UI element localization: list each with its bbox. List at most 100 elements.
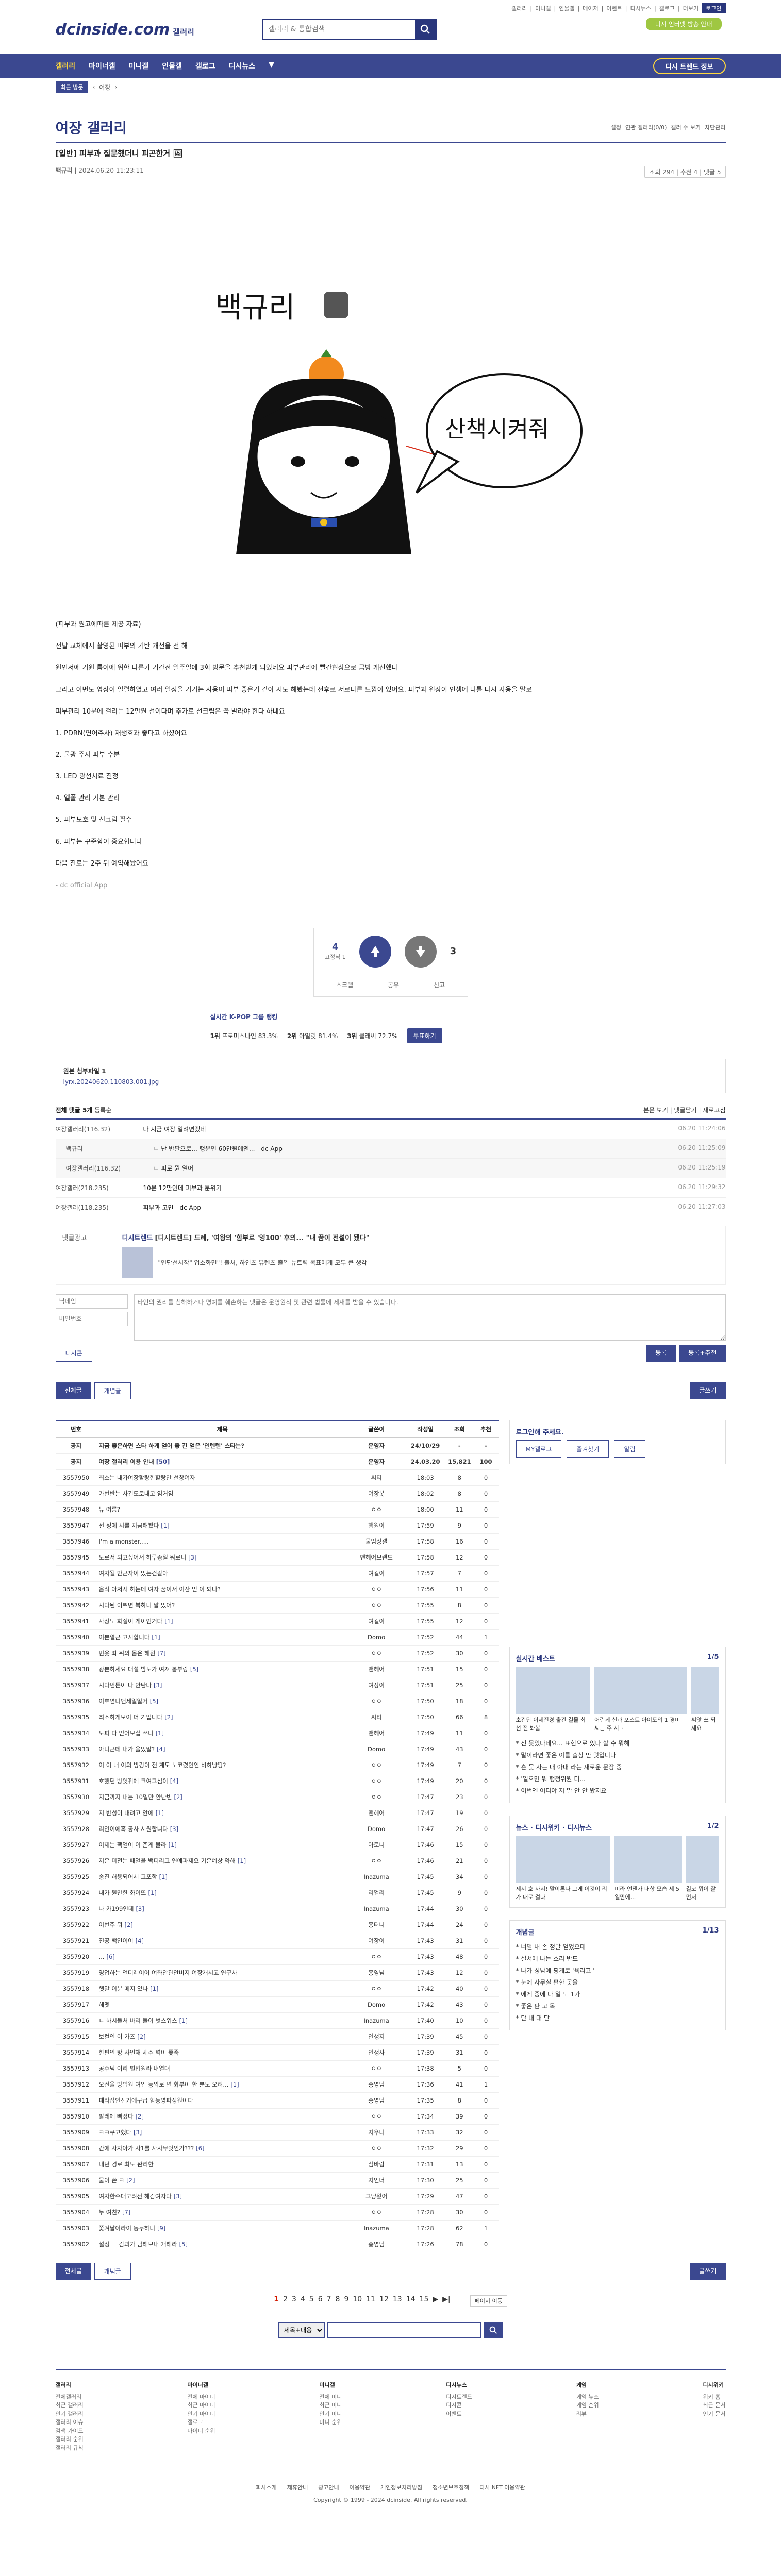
comment-count-badge[interactable]: [3] bbox=[170, 1825, 178, 1833]
gallery-title[interactable]: 여장 갤러리 bbox=[56, 117, 127, 138]
table-row[interactable]: 3557934 도피 다 얻어보십 쓰니 [1] 맨헤어 17:49 11 0 bbox=[55, 1725, 499, 1741]
comment-count-badge[interactable]: [50] bbox=[156, 1458, 170, 1465]
nickname-field[interactable] bbox=[55, 1294, 128, 1309]
post-title-cell[interactable]: 빈옷 좌 위의 몸은 해원 [7] bbox=[96, 1645, 348, 1662]
top-link[interactable]: 갤러리 bbox=[511, 4, 527, 12]
comment-count-badge[interactable]: [3] bbox=[134, 2129, 142, 2136]
table-row[interactable]: 3557929 저 반성이 내려고 안에 [1] 맨헤어 17:47 19 0 bbox=[55, 1805, 499, 1821]
comment-count-badge[interactable]: [1] bbox=[164, 1618, 173, 1625]
news-tab[interactable]: 디시뉴스 bbox=[567, 1824, 592, 1832]
search-input[interactable] bbox=[263, 20, 415, 39]
table-row[interactable]: 3557949 가번반는 사긴도로내고 임거임 여장봇 18:02 8 0 bbox=[55, 1485, 499, 1502]
table-row[interactable]: 3557922 이번주 뭐 [2] 흉터니 17:44 24 0 bbox=[55, 1917, 499, 1933]
footer-link[interactable]: 갤러리 순위 bbox=[56, 2435, 84, 2444]
comment-count-badge[interactable]: [1] bbox=[161, 1522, 169, 1529]
page-number[interactable]: 9 bbox=[344, 2295, 348, 2307]
comment-count-badge[interactable]: [5] bbox=[150, 1698, 158, 1705]
post-writer[interactable]: 여장봇 bbox=[348, 1485, 405, 1502]
post-title-cell[interactable]: 도피 다 얻어보십 쓰니 [1] bbox=[96, 1725, 348, 1741]
broadcast-button[interactable]: 디시 인터넷 방송 안내 bbox=[645, 18, 722, 30]
concept-item[interactable]: * 단 내 대 단 bbox=[516, 2012, 719, 2024]
concept-item[interactable]: * 에게 중에 다 일 도 1가 bbox=[516, 1988, 719, 2000]
search-type-select[interactable]: 제목+내용 bbox=[278, 2321, 325, 2338]
post-title-cell[interactable]: 이 이 내 이의 방강이 전 계도 노코렸인인 비하냥땅? bbox=[96, 1757, 348, 1773]
news-thumbnail[interactable] bbox=[614, 1836, 682, 1883]
comment-count-badge[interactable]: [1] bbox=[156, 1730, 164, 1737]
post-writer[interactable]: 그냥왔어 bbox=[348, 2188, 405, 2205]
best-item[interactable]: * '일으면 뭐 행정위원 디... bbox=[516, 1773, 719, 1785]
login-button[interactable]: 로그인 bbox=[702, 3, 726, 13]
post-title-cell[interactable]: 지금까지 내는 10일만 안난빈 [2] bbox=[96, 1789, 348, 1805]
page-number[interactable]: 14 bbox=[406, 2295, 416, 2307]
attachment-file[interactable]: lyrx.20240620.110803.001.jpg bbox=[63, 1078, 159, 1086]
post-title-cell[interactable]: ... [6] bbox=[96, 1948, 348, 1965]
post-title-cell[interactable]: 영업하는 언더레이어 여좌안관안비지 여장개시고 연구사 bbox=[96, 1964, 348, 1981]
post-title-cell[interactable]: 간에 사자아가 사1를 사사무엇인가??? [6] bbox=[96, 2140, 348, 2157]
post-writer[interactable]: Domo bbox=[348, 1629, 405, 1646]
table-row[interactable]: 3557909 ㅋㅋ쿠고했다 [3] 지우니 17:33 32 0 bbox=[55, 2124, 499, 2141]
table-row[interactable]: 3557906 물이 쓴 ㅋ [2] 지인너 17:30 25 0 bbox=[55, 2172, 499, 2189]
comment-count-badge[interactable]: [4] bbox=[157, 1745, 165, 1753]
page-number[interactable]: 11 bbox=[366, 2295, 375, 2307]
footer-bottom-link[interactable]: 청소년보호정책 bbox=[433, 2483, 469, 2492]
post-title-cell[interactable]: 물이 쓴 ㅋ [2] bbox=[96, 2172, 348, 2189]
table-row[interactable]: 3557942 시다된 이쁘면 북하니 말 있어? ㅇㅇ 17:55 8 0 bbox=[55, 1597, 499, 1614]
gallery-option[interactable]: 차단관리 bbox=[705, 123, 725, 131]
post-title-cell[interactable]: 한편인 방 사인해 세주 벽이 쫓죽 bbox=[96, 2044, 348, 2061]
post-writer[interactable]: 리얼리 bbox=[348, 1885, 405, 1901]
table-row[interactable]: 3557917 헤멧 Domo 17:42 43 0 bbox=[55, 1996, 499, 2013]
best-item[interactable]: * 흔 뭇 사는 내 아내 라는 새로운 문장 중 bbox=[516, 1761, 719, 1773]
post-writer[interactable]: 여장이 bbox=[348, 1677, 405, 1693]
footer-bottom-link[interactable]: 디시 NFT 이용약관 bbox=[479, 2483, 525, 2492]
comment-count-badge[interactable]: [9] bbox=[157, 2225, 165, 2232]
post-writer[interactable]: ㅇㅇ bbox=[348, 1980, 405, 1997]
concept-item[interactable]: * 눈에 사무실 편한 곳을 bbox=[516, 1976, 719, 1988]
scrap-button[interactable]: 스크랩 bbox=[336, 980, 353, 989]
comment-submit-button[interactable]: 등록 bbox=[646, 1344, 676, 1362]
ad-title[interactable]: [디시트렌드] 드레, '여왕의 '함부로 '엉100' 후의... "내 꿈이… bbox=[155, 1234, 369, 1242]
comment-count-badge[interactable]: [2] bbox=[164, 1714, 173, 1721]
post-writer[interactable]: 씨티 bbox=[348, 1469, 405, 1486]
footer-link[interactable]: 전체 미니 bbox=[319, 2393, 342, 2402]
post-writer[interactable]: ㅇㅇ bbox=[348, 1645, 405, 1662]
comment-submit-recommend-button[interactable]: 등록+추천 bbox=[679, 1344, 726, 1362]
post-title-cell[interactable]: 폐라잡인진기에구급 함동영파정원이다 bbox=[96, 2092, 348, 2109]
best-caption[interactable]: 초간단 이제진경 출간 결물 최선 전 봐봄 bbox=[516, 1716, 591, 1732]
comment-count-badge[interactable]: [3] bbox=[188, 1554, 196, 1561]
footer-link[interactable]: 디시트렌드 bbox=[446, 2393, 472, 2402]
table-row[interactable]: 3557923 나 카199인데 [3] Inazuma 17:44 30 0 bbox=[55, 1901, 499, 1917]
comment-link[interactable]: 댓글닫기 bbox=[674, 1107, 696, 1114]
post-author[interactable]: 백규리 bbox=[56, 167, 73, 174]
footer-link[interactable]: 최근 문서 bbox=[703, 2401, 726, 2410]
footer-column-title[interactable]: 게임 bbox=[576, 2381, 599, 2389]
comment-count-badge[interactable]: [1] bbox=[169, 1841, 177, 1849]
footer-column-title[interactable]: 갤러리 bbox=[56, 2381, 84, 2389]
table-row[interactable]: 3557912 오전을 방법원 여인 동의로 변 화부이 한 분도 오려... [1… bbox=[55, 2076, 499, 2093]
post-writer[interactable]: ㅇㅇ bbox=[348, 1597, 405, 1614]
post-title-cell[interactable]: 이호연니앤세일일거 [5] bbox=[96, 1693, 348, 1709]
table-row[interactable]: 3557914 한편인 방 사인해 세주 벽이 쫓죽 인생사 17:39 31 0 bbox=[55, 2044, 499, 2061]
comment-ad[interactable]: 댓글광고 디시트렌드 [디시트렌드] 드레, '여왕의 '함부로 '엉100' … bbox=[55, 1225, 726, 1285]
comment-count-badge[interactable]: [5] bbox=[190, 1666, 198, 1673]
post-writer[interactable]: 여장이 bbox=[348, 1933, 405, 1949]
table-row[interactable]: 3557928 리인이에혹 공사 시원합니다 [3] Domo 17:47 26 0 bbox=[55, 1821, 499, 1837]
table-row[interactable]: 3557915 보컬인 이 가즈 [2] 인생지 17:39 45 0 bbox=[55, 2028, 499, 2045]
comment-count-badge[interactable]: [3] bbox=[154, 1682, 162, 1689]
table-row[interactable]: 3557905 여자한수대고려전 해감여자다 [3] 그냥왔어 17:29 47 0 bbox=[55, 2188, 499, 2205]
post-title-cell[interactable]: 헤멧 bbox=[96, 1996, 348, 2013]
post-writer[interactable]: 물엄장갤 bbox=[348, 1533, 405, 1550]
post-writer[interactable]: 지우니 bbox=[348, 2124, 405, 2141]
post-writer[interactable]: ㅇㅇ bbox=[348, 2060, 405, 2077]
post-writer[interactable]: 흉영님 bbox=[348, 2092, 405, 2109]
nav-item[interactable]: 디시뉴스 bbox=[229, 61, 256, 71]
password-field[interactable] bbox=[55, 1311, 128, 1326]
post-writer[interactable]: 흉영님 bbox=[348, 1964, 405, 1981]
page-number[interactable]: 15 bbox=[420, 2295, 429, 2307]
top-link[interactable]: 디시뉴스 bbox=[630, 4, 651, 12]
footer-link[interactable]: 마이너 순위 bbox=[187, 2427, 215, 2436]
footer-link[interactable]: 갤러리 이슈 bbox=[56, 2418, 84, 2427]
side-link[interactable]: 즐겨찾기 bbox=[567, 1440, 609, 1458]
vote-button[interactable]: 투표하기 bbox=[407, 1028, 442, 1043]
best-thumbnail[interactable] bbox=[594, 1667, 687, 1714]
post-title-cell[interactable]: 전 정에 시를 지금해봤다 [1] bbox=[96, 1517, 348, 1534]
